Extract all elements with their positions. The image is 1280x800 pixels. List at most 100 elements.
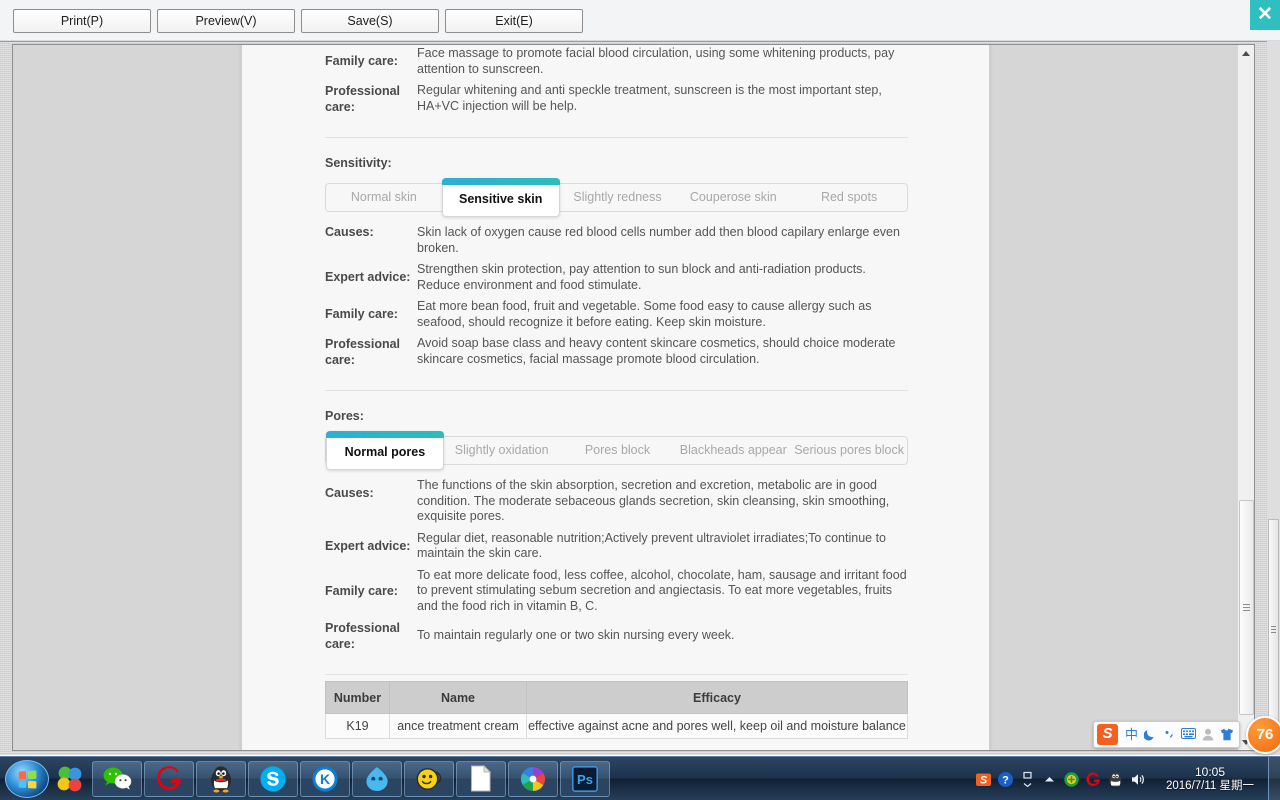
svg-text:S: S (980, 774, 988, 786)
table-header-row: Number Name Efficacy (326, 682, 908, 714)
care-label: Causes: (325, 477, 417, 525)
ime-chinese-mode-icon[interactable]: 中 (1122, 724, 1141, 745)
tray-sogou-icon[interactable]: S (975, 771, 992, 788)
ime-notification-badge[interactable]: 76 (1246, 716, 1280, 754)
taskbar-qq-button[interactable] (196, 761, 246, 797)
care-row: Expert advice: Strengthen skin protectio… (325, 261, 908, 293)
sogou-logo-icon[interactable]: S (1097, 724, 1118, 745)
ime-moon-icon[interactable] (1141, 724, 1160, 745)
ime-keyboard-icon[interactable] (1179, 724, 1198, 745)
care-row: Family care: Eat more bean food, fruit a… (325, 298, 908, 330)
taskbar-pinwheel-app-button[interactable] (508, 761, 558, 797)
tray-restore-window-icon[interactable] (1019, 771, 1036, 788)
section-divider (325, 390, 908, 391)
taskbar-k-app-button[interactable]: K (300, 761, 350, 797)
care-row: Causes: Skin lack of oxygen cause red bl… (325, 224, 908, 256)
tray-volume-icon[interactable] (1129, 771, 1146, 788)
column-header-name: Name (390, 682, 527, 714)
sensitivity-section: Sensitivity: Normal skin Sensitive skin … (325, 156, 908, 368)
tab-slightly-oxidation[interactable]: Slightly oxidation (444, 437, 560, 464)
care-label: Family care: (325, 45, 417, 77)
preview-button[interactable]: Preview(V) (157, 9, 295, 33)
tab-red-spots[interactable]: Red spots (791, 184, 907, 211)
system-tray: S ? (975, 757, 1280, 800)
document-scroll-thumb[interactable] (1239, 500, 1254, 715)
care-text: Avoid soap base class and heavy content … (417, 335, 908, 368)
care-row: Expert advice: Regular diet, reasonable … (325, 530, 908, 562)
taskbar-g-app-button[interactable] (144, 761, 194, 797)
taskbar-photoshop-button[interactable]: Ps (560, 761, 610, 797)
tab-sensitive-skin[interactable]: Sensitive skin (442, 178, 560, 217)
tab-normal-skin[interactable]: Normal skin (326, 184, 442, 211)
document-scrollbar[interactable] (1237, 45, 1254, 751)
tray-icon-list: S ? (975, 771, 1146, 788)
show-desktop-button[interactable] (1268, 757, 1280, 800)
pores-tabs: Normal pores Slightly oxidation Pores bl… (325, 436, 908, 465)
care-label: Expert advice: (325, 530, 417, 562)
cell-number: K19 (326, 714, 390, 739)
window-scroll-thumb[interactable] (1268, 519, 1279, 741)
close-icon[interactable]: ✕ (1250, 0, 1280, 30)
start-button-icon[interactable] (5, 760, 49, 798)
windows-logo-icon (19, 770, 37, 788)
screen: Print(P) Preview(V) Save(S) Exit(E) ✕ Fa… (0, 0, 1280, 800)
tray-qq-icon[interactable] (1107, 771, 1124, 788)
document-workspace: Family care: Face massage to promote fac… (0, 41, 1280, 755)
care-label: Professional care: (325, 82, 417, 115)
ime-user-icon[interactable] (1198, 724, 1217, 745)
exit-button[interactable]: Exit(E) (445, 9, 583, 33)
quicklaunch-colorballs-icon[interactable] (49, 759, 91, 799)
taskbar-wechat-button[interactable] (92, 761, 142, 797)
sensitivity-tabs: Normal skin Sensitive skin Slightly redn… (325, 183, 908, 212)
column-header-number: Number (326, 682, 390, 714)
ime-punctuation-icon[interactable] (1160, 724, 1179, 745)
care-text: To eat more delicate food, less coffee, … (417, 567, 908, 615)
pores-title: Pores: (325, 409, 908, 423)
ime-skin-shirt-icon[interactable] (1217, 724, 1236, 745)
pores-section: Pores: Normal pores Slightly oxidation P… (325, 409, 908, 652)
report-content: Family care: Face massage to promote fac… (242, 45, 991, 751)
tab-slightly-redness[interactable]: Slightly redness (560, 184, 676, 211)
tab-couperose-skin[interactable]: Couperose skin (675, 184, 791, 211)
clock-date: 2016/7/11 星期一 (1152, 779, 1268, 793)
svg-text:?: ? (1002, 774, 1009, 786)
product-table: Number Name Efficacy K19 ance treatment … (325, 681, 908, 739)
taskbar-skype-button[interactable] (248, 761, 298, 797)
tray-security-shield-icon[interactable] (1063, 771, 1080, 788)
care-row: Causes: The functions of the skin absorp… (325, 477, 908, 525)
care-row: Professional care: Avoid soap base class… (325, 335, 908, 368)
tab-serious-pores-block[interactable]: Serious pores block (791, 437, 907, 464)
care-text: The functions of the skin absorption, se… (417, 477, 908, 525)
print-button[interactable]: Print(P) (13, 9, 151, 33)
care-label: Professional care: (325, 335, 417, 368)
column-header-efficacy: Efficacy (527, 682, 908, 714)
taskbar-document-button[interactable] (456, 761, 506, 797)
tray-show-hidden-icons-icon[interactable] (1041, 771, 1058, 788)
section-divider (325, 137, 908, 138)
care-text: To maintain regularly one or two skin nu… (417, 619, 908, 652)
tab-blackheads-appear[interactable]: Blackheads appear (675, 437, 791, 464)
tab-pores-block[interactable]: Pores block (560, 437, 676, 464)
svg-text:K: K (320, 771, 330, 787)
scroll-up-arrow-icon[interactable] (1238, 45, 1255, 62)
care-text: Eat more bean food, fruit and vegetable.… (417, 298, 908, 330)
care-text: Regular whitening and anti speckle treat… (417, 82, 908, 115)
care-row: Family care: Face massage to promote fac… (325, 45, 908, 77)
sensitivity-title: Sensitivity: (325, 156, 908, 170)
care-row: Family care: To eat more delicate food, … (325, 567, 908, 615)
report-page: Family care: Face massage to promote fac… (241, 45, 990, 751)
tab-normal-pores[interactable]: Normal pores (326, 431, 444, 470)
section-divider (325, 674, 908, 675)
pigment-section: Family care: Face massage to promote fac… (325, 45, 908, 115)
taskbar-clock[interactable]: 10:05 2016/7/11 星期一 (1152, 765, 1268, 793)
care-label: Professional care: (325, 619, 417, 652)
table-row: K19 ance treatment cream effective again… (326, 714, 908, 739)
taskbar-aliwangwang-button[interactable] (352, 761, 402, 797)
care-text: Face massage to promote facial blood cir… (417, 45, 908, 77)
save-button[interactable]: Save(S) (301, 9, 439, 33)
tray-help-icon[interactable]: ? (997, 771, 1014, 788)
clock-time: 10:05 (1152, 765, 1268, 779)
window-scrollbar[interactable] (1267, 41, 1280, 755)
tray-g-app-icon[interactable] (1085, 771, 1102, 788)
taskbar-smiley-app-button[interactable] (404, 761, 454, 797)
